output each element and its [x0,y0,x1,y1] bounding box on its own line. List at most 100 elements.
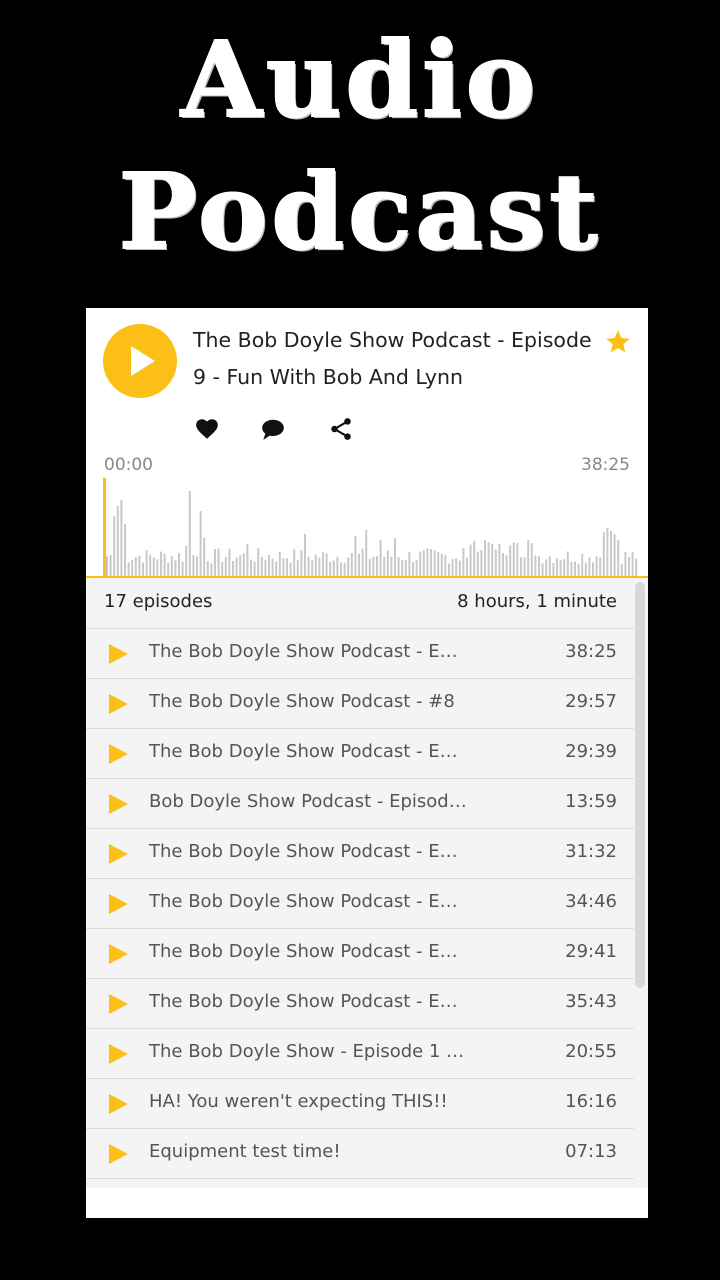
episode-row-duration: 07:13 [565,1141,617,1162]
play-icon[interactable] [109,844,128,864]
scrollbar[interactable] [635,582,645,988]
waveform-bar [509,545,512,576]
waveform-bar [340,562,342,576]
waveform-bar [383,557,386,576]
episode-row-title: The Bob Doyle Show Podcast - Ep… [149,841,467,862]
episode-row-title: Equipment test time! [149,1141,341,1162]
waveform-bar [588,557,591,576]
waveform-bar [221,562,224,576]
waveform-bar [444,555,447,576]
waveform-bar [502,553,504,576]
podcast-card: The Bob Doyle Show Podcast - Episode 9 -… [86,308,648,1218]
waveform-bar [167,562,170,576]
heart-icon[interactable] [194,416,220,442]
total-duration: 8 hours, 1 minute [457,591,617,612]
episode-row[interactable]: The Bob Doyle Show Podcast - Ep… 31:32 [86,829,634,879]
episode-row-duration: 29:39 [565,741,617,762]
waveform-bar [275,561,278,576]
waveform-bar [487,542,490,576]
episode-row[interactable]: The Bob Doyle Show - Episode 1 -… 20:55 [86,1029,634,1079]
waveform-bar [451,558,454,576]
waveform-bar [412,561,414,576]
play-icon[interactable] [109,1094,128,1114]
play-button[interactable] [103,324,177,398]
play-icon[interactable] [109,894,128,914]
episode-row-title: Bob Doyle Show Podcast - Episod… [149,791,467,812]
episode-row[interactable]: The Bob Doyle Show Podcast - Ep… 38:25 [86,629,634,679]
episode-row[interactable]: The Bob Doyle Show Podcast - #8 29:57 [86,679,634,729]
waveform-bar [106,556,108,576]
play-icon[interactable] [109,744,128,764]
waveform-bar [228,548,231,576]
episode-row-title: The Bob Doyle Show Podcast - #8 [149,691,455,712]
comment-icon[interactable] [260,416,286,442]
waveform-scrubber[interactable] [86,476,648,580]
waveform-bar [325,553,328,576]
waveform-bar [142,562,144,576]
waveform-bar [545,559,548,576]
waveform-bar [613,534,616,576]
waveform-bar [214,549,216,576]
play-icon[interactable] [109,694,128,714]
waveform-bar [538,556,540,576]
episode-row-duration: 13:59 [565,791,617,812]
play-icon[interactable] [109,944,128,964]
waveform-bar [379,540,382,576]
episode-rows: The Bob Doyle Show Podcast - Ep… 38:25 The… [86,629,634,1179]
waveform-bar [250,559,252,576]
waveform-bar [494,549,497,576]
play-icon[interactable] [109,1044,128,1064]
waveform-bar [131,560,134,576]
waveform-bar [307,556,310,576]
waveform-bar [289,562,292,576]
episode-title: The Bob Doyle Show Podcast - Episode 9 -… [193,328,592,389]
episode-row[interactable]: The Bob Doyle Show Podcast - Ep… 29:41 [86,929,634,979]
waveform-bar [480,550,483,576]
waveform-bar [322,551,324,576]
play-icon[interactable] [109,1144,128,1164]
share-icon[interactable] [328,416,354,442]
waveform-bar [329,561,332,576]
waveform-bar [286,558,288,576]
waveform-bar [268,555,270,576]
waveform-bar [271,558,274,576]
play-icon[interactable] [109,994,128,1014]
waveform-bar [397,557,400,576]
episode-row[interactable]: The Bob Doyle Show Podcast - Ep… 29:39 [86,729,634,779]
waveform-bar [516,543,519,576]
waveform-bar [152,557,155,576]
waveform-bar [239,555,242,576]
waveform-bar [336,556,339,576]
waveform-bar [505,555,508,576]
waveform-bar [530,543,533,576]
episode-list-header: 17 episodes 8 hours, 1 minute [86,578,634,629]
episode-row-title: The Bob Doyle Show Podcast - Ep… [149,891,467,912]
episode-row[interactable]: Equipment test time! 07:13 [86,1129,634,1179]
waveform-bar [163,553,166,576]
waveform-bar [365,530,368,576]
waveform-bar [178,553,180,576]
star-icon[interactable] [604,328,632,356]
episode-row-duration: 29:57 [565,691,617,712]
waveform-bar [455,558,458,576]
waveform-bar [520,557,522,576]
waveform-bar [527,540,530,576]
waveform-bar [437,552,440,576]
hero-title-line-2: Podcast [118,150,602,273]
waveform-bar [232,561,234,576]
waveform-bar [552,563,555,576]
waveform-bar [368,558,371,576]
episode-row-duration: 34:46 [565,891,617,912]
episode-row[interactable]: Bob Doyle Show Podcast - Episod… 13:59 [86,779,634,829]
episode-row[interactable]: The Bob Doyle Show Podcast - Ep… 34:46 [86,879,634,929]
playhead[interactable] [103,478,106,578]
episode-row[interactable]: HA! You weren't expecting THIS!! 16:16 [86,1079,634,1129]
play-icon[interactable] [109,644,128,664]
episode-list: 17 episodes 8 hours, 1 minute The Bob Do… [86,578,648,1188]
episode-row[interactable]: The Bob Doyle Show Podcast - Ep… 35:43 [86,979,634,1029]
play-icon[interactable] [109,794,128,814]
waveform-bar [415,559,418,576]
waveform-bar [192,555,195,576]
waveform-bar [314,554,317,576]
waveform-bar [113,516,116,576]
